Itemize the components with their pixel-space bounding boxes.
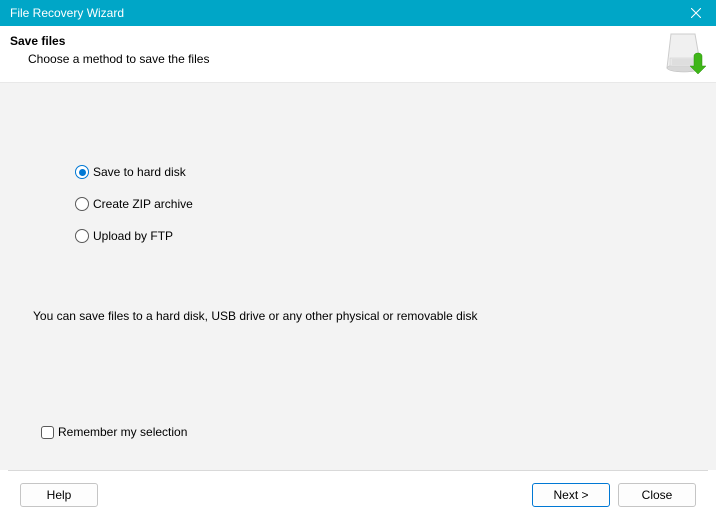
option-upload-ftp[interactable]: Upload by FTP xyxy=(75,229,715,243)
close-window-button[interactable] xyxy=(676,0,716,26)
window-title: File Recovery Wizard xyxy=(10,6,124,20)
remember-label: Remember my selection xyxy=(58,425,187,439)
titlebar: File Recovery Wizard xyxy=(0,0,716,26)
header: Save files Choose a method to save the f… xyxy=(0,26,716,82)
option-create-zip[interactable]: Create ZIP archive xyxy=(75,197,715,211)
option-label: Create ZIP archive xyxy=(93,197,193,211)
radio-icon xyxy=(75,229,89,243)
remember-selection[interactable]: Remember my selection xyxy=(1,323,715,439)
option-save-hard-disk[interactable]: Save to hard disk xyxy=(75,165,715,179)
close-icon xyxy=(691,8,701,18)
footer: Help Next > Close xyxy=(8,470,708,518)
option-label: Save to hard disk xyxy=(93,165,186,179)
save-method-options: Save to hard disk Create ZIP archive Upl… xyxy=(1,83,715,243)
content-area: Save to hard disk Create ZIP archive Upl… xyxy=(0,82,716,470)
page-title: Save files xyxy=(10,34,706,48)
close-button[interactable]: Close xyxy=(618,483,696,507)
help-button[interactable]: Help xyxy=(20,483,98,507)
next-button[interactable]: Next > xyxy=(532,483,610,507)
option-label: Upload by FTP xyxy=(93,229,173,243)
radio-icon xyxy=(75,165,89,179)
option-description: You can save files to a hard disk, USB d… xyxy=(1,261,715,323)
radio-icon xyxy=(75,197,89,211)
checkbox-icon xyxy=(41,426,54,439)
page-subtitle: Choose a method to save the files xyxy=(10,48,706,66)
drive-save-icon xyxy=(664,32,708,79)
